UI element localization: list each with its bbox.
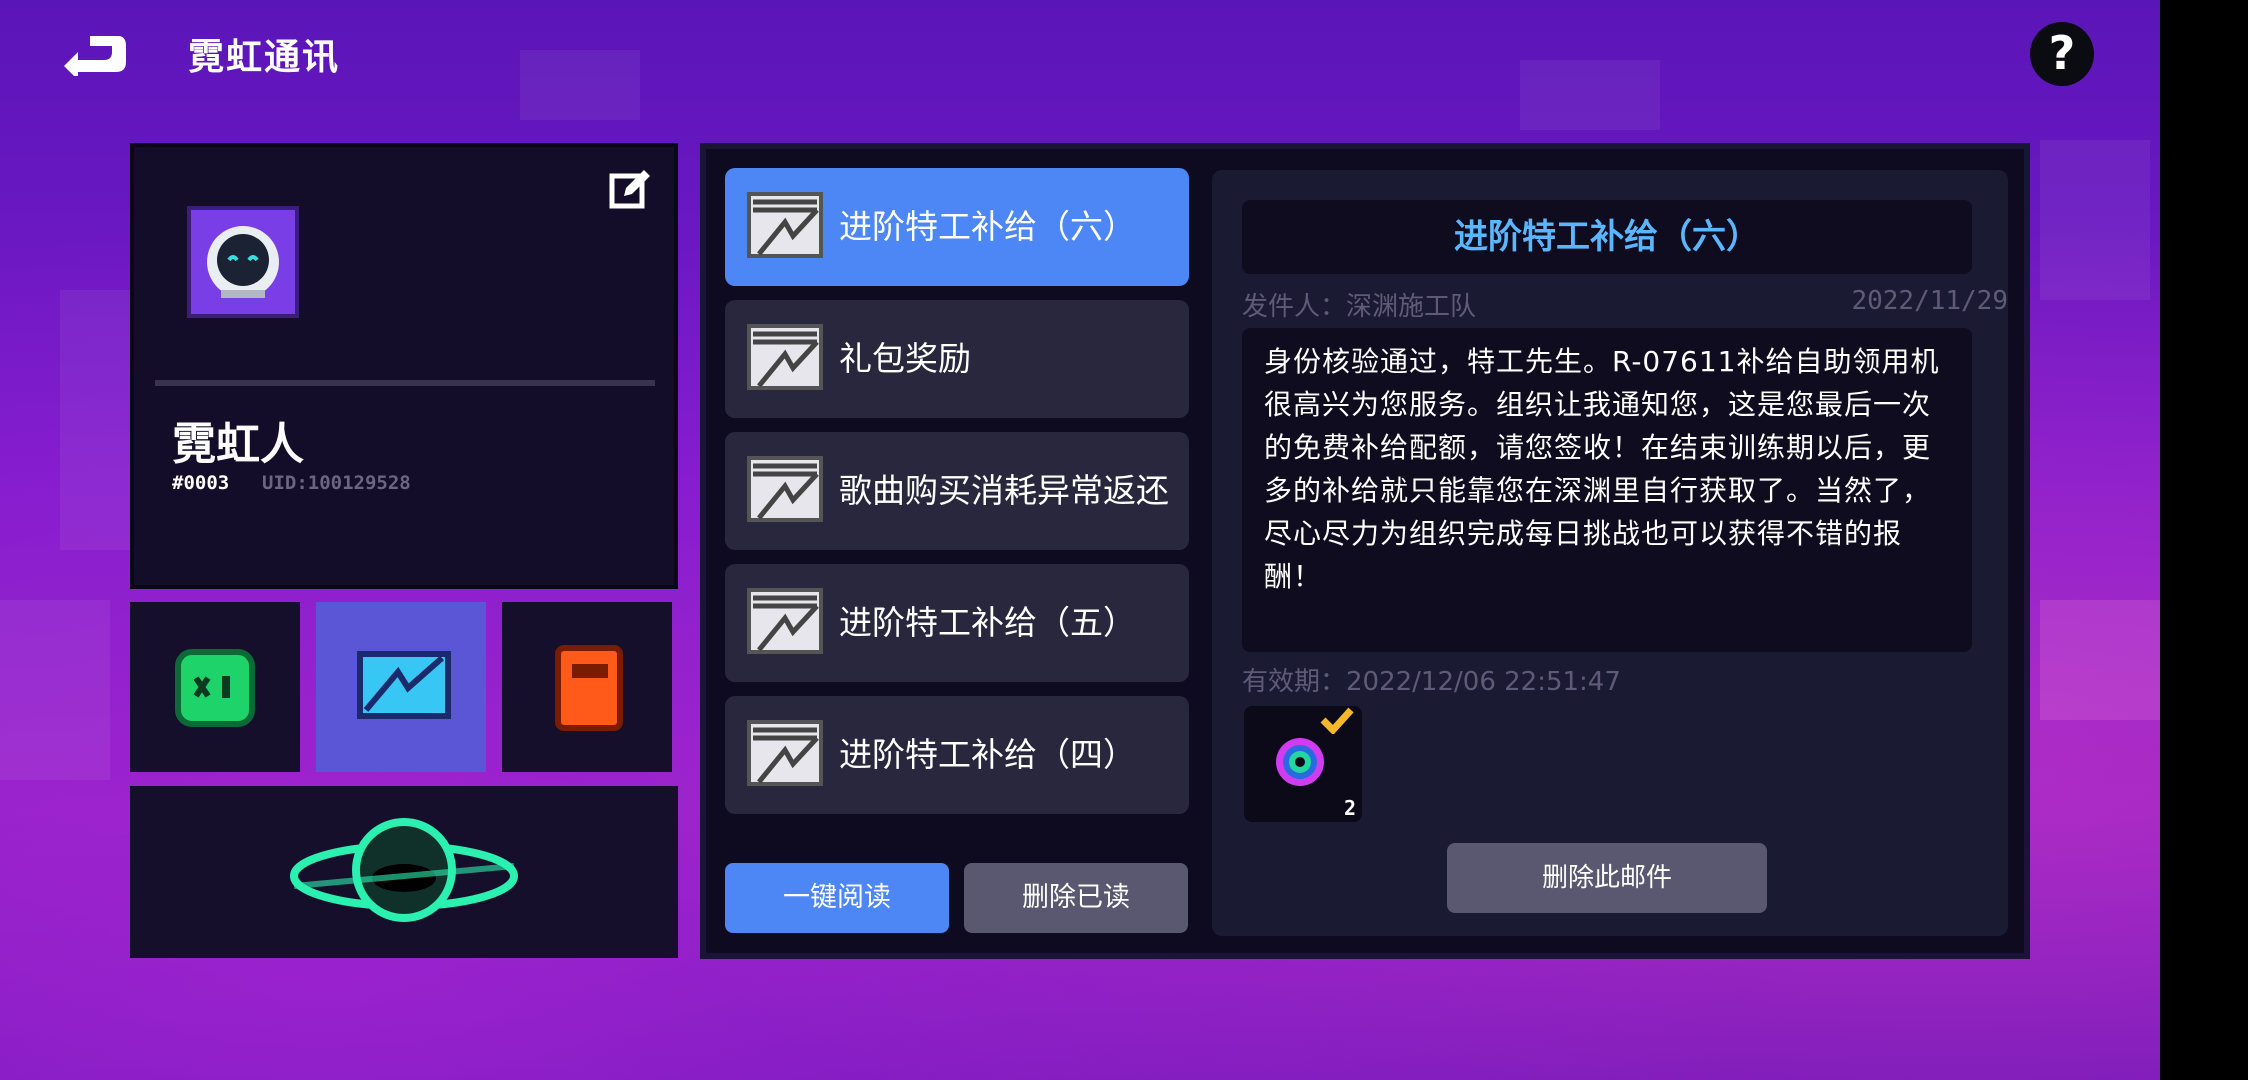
mail-list-item[interactable]: 礼包奖励 <box>725 300 1189 418</box>
mail-date: 2022/11/29 <box>1851 286 2008 316</box>
mail-envelope-icon <box>747 192 823 258</box>
tile-planet[interactable] <box>130 786 678 958</box>
mail-list-item-label: 歌曲购买消耗异常返还 <box>839 471 1169 510</box>
bg-decoration <box>1520 60 1660 130</box>
mail-envelope-icon <box>747 720 823 786</box>
mail-list-item[interactable]: 进阶特工补给（五） <box>725 564 1189 682</box>
planet-icon <box>290 818 518 922</box>
tile-book[interactable] <box>502 602 672 772</box>
divider <box>155 380 655 386</box>
bg-decoration <box>60 290 130 550</box>
page-title: 霓虹通讯 <box>188 37 341 78</box>
mail-list-item-label: 进阶特工补给（五） <box>839 603 1136 642</box>
tile-game[interactable] <box>130 602 300 772</box>
mail-title: 进阶特工补给（六） <box>1454 217 1760 257</box>
back-button[interactable] <box>60 32 130 80</box>
tile-mail[interactable] <box>316 602 486 772</box>
mail-list-item-label: 礼包奖励 <box>839 339 971 378</box>
delete-mail-button[interactable]: 删除此邮件 <box>1447 843 1767 913</box>
player-tag: #0003 <box>172 472 230 494</box>
mail-envelope-icon <box>747 588 823 654</box>
robot-avatar-icon <box>207 226 279 298</box>
delete-read-button[interactable]: 删除已读 <box>964 863 1188 933</box>
mail-sender: 发件人：深渊施工队 <box>1242 292 1477 322</box>
mail-list-item-label: 进阶特工补给（四） <box>839 735 1136 774</box>
bg-decoration <box>0 600 110 780</box>
mail-envelope-icon <box>747 324 823 390</box>
bg-decoration <box>520 50 640 120</box>
mail-body: 身份核验通过，特工先生。R-07611补给自助领用机很高兴为您服务。组织让我通知… <box>1264 345 1940 593</box>
mail-list-item[interactable]: 进阶特工补给（六） <box>725 168 1189 286</box>
mail-list-item[interactable]: 进阶特工补给（四） <box>725 696 1189 814</box>
mail-envelope-icon <box>357 651 451 719</box>
help-button[interactable]: ? <box>2030 22 2094 86</box>
player-name: 霓虹人 <box>172 419 304 470</box>
bg-decoration <box>2040 140 2150 300</box>
avatar[interactable] <box>187 206 299 318</box>
bg-decoration <box>2040 600 2160 720</box>
mail-list-item[interactable]: 歌曲购买消耗异常返还 <box>725 432 1189 550</box>
reward-count: 2 <box>1344 796 1357 820</box>
mail-list-item-label: 进阶特工补给（六） <box>839 207 1136 246</box>
player-uid: UID:100129528 <box>262 472 411 494</box>
edit-profile-button[interactable] <box>608 168 652 212</box>
read-all-button[interactable]: 一键阅读 <box>725 863 949 933</box>
back-arrow-icon <box>64 36 126 80</box>
check-icon <box>1320 707 1354 734</box>
screen-edge <box>2160 0 2248 1080</box>
book-icon <box>555 645 623 731</box>
gamepad-icon <box>175 649 255 727</box>
edit-icon <box>609 170 650 209</box>
mail-envelope-icon <box>747 456 823 522</box>
mail-expiry: 有效期：2022/12/06 22:51:47 <box>1242 667 1621 697</box>
